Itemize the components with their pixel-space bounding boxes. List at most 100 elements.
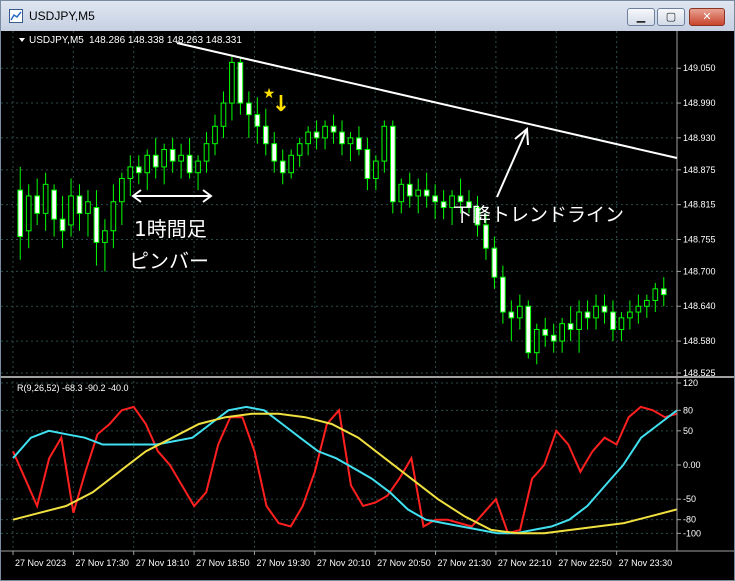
candle-body xyxy=(525,305,532,354)
time-tick-label: 27 Nov 18:50 xyxy=(196,558,250,568)
minimize-button[interactable]: ▁ xyxy=(627,8,655,26)
time-tick-label: 27 Nov 17:30 xyxy=(75,558,129,568)
candle-body xyxy=(660,288,667,296)
candle-body xyxy=(229,61,235,104)
candle-body xyxy=(576,311,582,330)
candle-body xyxy=(237,61,244,104)
price-tick-label: 148.525 xyxy=(683,368,716,378)
rci-tick-label: -100 xyxy=(683,528,701,538)
maximize-button[interactable]: ▢ xyxy=(657,8,685,26)
candle-body xyxy=(296,143,303,156)
candle-body xyxy=(34,195,40,214)
candle-body xyxy=(17,189,24,238)
time-tick-label: 27 Nov 19:30 xyxy=(256,558,310,568)
time-tick-label: 27 Nov 22:50 xyxy=(558,558,612,568)
rci-tick-label: 80 xyxy=(683,405,693,415)
candle-body xyxy=(127,166,134,180)
candle-body xyxy=(85,201,91,214)
candle-body xyxy=(533,328,540,354)
candle-body xyxy=(415,189,422,197)
candle-body xyxy=(25,195,32,232)
time-tick-label: 27 Nov 20:10 xyxy=(317,558,371,568)
candle-body xyxy=(169,148,176,162)
candle-body xyxy=(76,195,83,214)
candle-body xyxy=(550,334,557,342)
candle-body xyxy=(305,131,311,145)
price-tick-label: 148.755 xyxy=(683,234,716,244)
title-bar[interactable]: USDJPY,M5 ▁ ▢ ✕ xyxy=(1,1,734,31)
candle-body xyxy=(389,125,396,203)
price-tick-label: 148.640 xyxy=(683,301,716,311)
candle-body xyxy=(542,328,549,336)
price-tick-label: 148.875 xyxy=(683,165,716,175)
down-arrow-icon: ↓ xyxy=(272,92,290,117)
close-button[interactable]: ✕ xyxy=(689,8,725,26)
time-tick-label: 27 Nov 21:30 xyxy=(438,558,492,568)
candle-body xyxy=(364,148,371,180)
candle-body xyxy=(381,125,388,162)
candle-body xyxy=(584,311,591,319)
candle-body xyxy=(322,125,328,139)
price-tick-label: 148.580 xyxy=(683,336,716,346)
candle-body xyxy=(593,305,599,319)
candle-body xyxy=(491,247,498,278)
candle-body xyxy=(288,154,295,174)
candle-body xyxy=(440,201,447,209)
candle-body xyxy=(508,311,515,319)
price-tick-label: 149.050 xyxy=(683,63,716,73)
candle-body xyxy=(559,323,565,342)
time-tick-label: 27 Nov 23:30 xyxy=(619,558,673,568)
rci-tick-label: -80 xyxy=(683,515,696,525)
candle-body xyxy=(271,143,278,162)
candle-body xyxy=(627,311,633,319)
symbol-label: USDJPY,M5 xyxy=(29,35,84,46)
candle-body xyxy=(102,230,108,243)
candle-body xyxy=(246,102,252,116)
candle-body xyxy=(144,154,151,174)
time-tick-label: 27 Nov 22:10 xyxy=(498,558,552,568)
candle-body xyxy=(432,195,438,203)
candle-body xyxy=(68,195,74,226)
price-tick-label: 148.930 xyxy=(683,133,716,143)
rci-header: R(9,26,52) -68.3 -90.2 -40.0 xyxy=(17,383,129,393)
candle-body xyxy=(483,224,489,249)
chart-background xyxy=(1,31,734,580)
ohlc-label: 148.286 148.338 148.263 148.331 xyxy=(89,35,242,46)
chart-window: USDJPY,M5 ▁ ▢ ✕ 149.050 148.990 148.930 148… xyxy=(0,0,735,581)
candle-body xyxy=(423,189,430,197)
candle-body xyxy=(59,218,66,232)
candle-body xyxy=(652,288,659,301)
rci-tick-label: -50 xyxy=(683,494,696,504)
candle-body xyxy=(516,305,523,319)
candle-body xyxy=(135,166,142,174)
candle-body xyxy=(51,189,57,220)
candle-body xyxy=(212,125,218,145)
candle-body xyxy=(330,125,337,133)
candle-body xyxy=(195,160,201,174)
candle-body xyxy=(119,178,125,203)
window-title: USDJPY,M5 xyxy=(29,9,95,23)
candle-body xyxy=(93,207,100,243)
candle-body xyxy=(254,114,261,127)
time-tick-label: 27 Nov 18:10 xyxy=(136,558,190,568)
candle-body xyxy=(398,183,405,203)
pinbar-label-line2: ピンバー xyxy=(129,249,209,273)
candle-body xyxy=(356,137,362,150)
price-tick-label: 148.815 xyxy=(683,200,716,210)
price-tick-label: 148.700 xyxy=(683,266,716,276)
candle-body xyxy=(373,160,379,180)
candle-body xyxy=(279,160,286,174)
rci-tick-label: 50 xyxy=(683,426,693,436)
candle-body xyxy=(610,311,616,330)
candle-body xyxy=(644,299,650,307)
candle-body xyxy=(347,137,354,145)
chart-area[interactable]: 149.050 148.990 148.930 148.875 148.815 148.7… xyxy=(1,31,734,580)
candle-body xyxy=(500,276,506,313)
time-tick-label: 27 Nov 2023 xyxy=(15,558,66,568)
candle-body xyxy=(406,183,413,197)
price-tick-label: 148.990 xyxy=(683,98,716,108)
candle-body xyxy=(339,131,345,145)
candle-body xyxy=(186,154,193,174)
candle-body xyxy=(203,143,210,162)
chart-window-icon xyxy=(9,9,23,23)
